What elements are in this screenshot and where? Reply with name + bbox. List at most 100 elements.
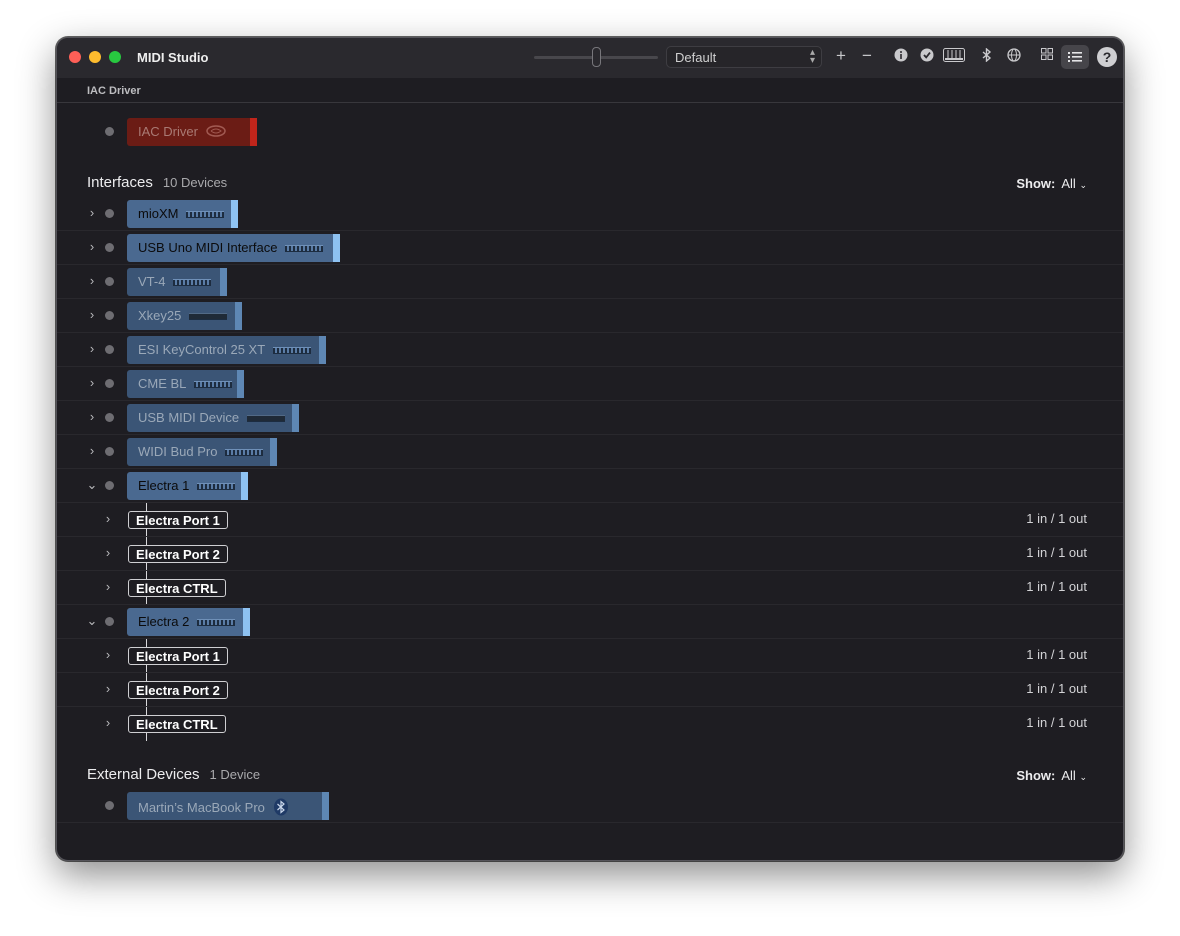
port-electra-port-2[interactable]: Electra Port 2 bbox=[128, 545, 228, 563]
status-dot bbox=[105, 277, 114, 286]
chevron-down-icon: ⌄ bbox=[1079, 772, 1087, 782]
window-controls bbox=[69, 51, 121, 63]
device-row: › Xkey25 bbox=[57, 299, 1123, 333]
midi-studio-window: MIDI Studio Default ▴ ▾ + − ? IAC Driver… bbox=[56, 37, 1124, 861]
status-dot bbox=[105, 243, 114, 252]
icon-size-slider[interactable] bbox=[534, 47, 658, 67]
keyboard-icon[interactable] bbox=[943, 48, 965, 62]
port-electra-port-1[interactable]: Electra Port 1 bbox=[128, 511, 228, 529]
status-dot bbox=[105, 311, 114, 320]
external-devices-section-title: External Devices 1 Device bbox=[87, 766, 261, 783]
icon-view-icon[interactable] bbox=[1041, 48, 1053, 60]
disclosure-chevron-icon[interactable]: › bbox=[86, 273, 98, 288]
device-xkey25[interactable]: Xkey25 bbox=[127, 302, 242, 330]
interface-icon bbox=[197, 483, 236, 491]
interface-icon bbox=[285, 245, 324, 253]
port-io-count: 1 in / 1 out bbox=[1026, 545, 1087, 560]
divider bbox=[57, 102, 1123, 103]
help-button[interactable]: ? bbox=[1097, 47, 1117, 67]
port-io-count: 1 in / 1 out bbox=[1026, 579, 1087, 594]
disclosure-chevron-down-icon[interactable]: ⌄ bbox=[86, 477, 98, 493]
disclosure-chevron-icon[interactable]: › bbox=[86, 341, 98, 356]
status-dot bbox=[105, 801, 114, 810]
port-row: › Electra Port 1 1 in / 1 out bbox=[57, 639, 1123, 673]
info-icon[interactable] bbox=[894, 48, 908, 62]
keyboard-device-icon bbox=[247, 415, 286, 423]
device-martins-macbook-pro[interactable]: Martin’s MacBook Pro bbox=[127, 792, 329, 820]
external-show-filter[interactable]: Show: All ⌄ bbox=[1016, 768, 1087, 783]
interface-icon bbox=[194, 381, 233, 389]
device-row: › ESI KeyControl 25 XT bbox=[57, 333, 1123, 367]
port-electra-ctrl[interactable]: Electra CTRL bbox=[128, 579, 226, 597]
disclosure-chevron-icon[interactable]: › bbox=[86, 409, 98, 424]
port-electra-port-1[interactable]: Electra Port 1 bbox=[128, 647, 228, 665]
disclosure-chevron-icon[interactable]: › bbox=[102, 545, 114, 560]
port-io-count: 1 in / 1 out bbox=[1026, 715, 1087, 730]
device-esi-keycontrol[interactable]: ESI KeyControl 25 XT bbox=[127, 336, 326, 364]
list-view-icon bbox=[1068, 52, 1082, 62]
device-row: › USB MIDI Device bbox=[57, 401, 1123, 435]
device-usb-uno[interactable]: USB Uno MIDI Interface bbox=[127, 234, 340, 262]
rescan-icon[interactable] bbox=[920, 48, 934, 62]
device-row-iac-driver: IAC Driver bbox=[57, 115, 1123, 149]
disclosure-chevron-icon[interactable]: › bbox=[86, 239, 98, 254]
interface-icon bbox=[225, 449, 264, 457]
add-device-button[interactable]: + bbox=[836, 46, 846, 66]
status-dot bbox=[105, 617, 114, 626]
device-electra-2[interactable]: Electra 2 bbox=[127, 608, 250, 636]
remove-device-button[interactable]: − bbox=[862, 46, 872, 66]
disclosure-chevron-icon[interactable]: › bbox=[86, 205, 98, 220]
device-row: › WIDI Bud Pro bbox=[57, 435, 1123, 469]
device-cme-bl[interactable]: CME BL bbox=[127, 370, 244, 398]
device-vt4[interactable]: VT-4 bbox=[127, 268, 227, 296]
external-device-count: 1 Device bbox=[209, 767, 261, 782]
status-dot bbox=[105, 345, 114, 354]
iac-section-title: IAC Driver bbox=[87, 85, 141, 97]
list-view-button[interactable] bbox=[1061, 45, 1089, 69]
disclosure-chevron-icon[interactable]: › bbox=[102, 647, 114, 662]
device-iac-driver[interactable]: IAC Driver bbox=[127, 118, 257, 146]
port-row: › Electra Port 2 1 in / 1 out bbox=[57, 537, 1123, 571]
zoom-window-button[interactable] bbox=[109, 51, 121, 63]
disclosure-chevron-icon[interactable]: › bbox=[102, 511, 114, 526]
disclosure-chevron-icon[interactable]: › bbox=[102, 579, 114, 594]
device-mioxm[interactable]: mioXM bbox=[127, 200, 238, 228]
status-dot bbox=[105, 481, 114, 490]
status-dot bbox=[105, 379, 114, 388]
device-usb-midi-device[interactable]: USB MIDI Device bbox=[127, 404, 299, 432]
device-row: ⌄ Electra 2 bbox=[57, 605, 1123, 639]
close-window-button[interactable] bbox=[69, 51, 81, 63]
interfaces-section-title: Interfaces 10 Devices bbox=[87, 174, 228, 191]
port-io-count: 1 in / 1 out bbox=[1026, 647, 1087, 662]
disclosure-chevron-icon[interactable]: › bbox=[102, 681, 114, 696]
port-row: › Electra Port 2 1 in / 1 out bbox=[57, 673, 1123, 707]
interfaces-device-count: 10 Devices bbox=[162, 175, 228, 190]
slider-knob[interactable] bbox=[592, 47, 601, 67]
iac-driver-icon bbox=[206, 125, 226, 140]
interface-icon bbox=[197, 619, 236, 627]
port-row: › Electra CTRL 1 in / 1 out bbox=[57, 707, 1123, 741]
disclosure-chevron-down-icon[interactable]: ⌄ bbox=[86, 613, 98, 629]
port-electra-port-2[interactable]: Electra Port 2 bbox=[128, 681, 228, 699]
disclosure-chevron-icon[interactable]: › bbox=[102, 715, 114, 730]
disclosure-chevron-icon[interactable]: › bbox=[86, 443, 98, 458]
port-electra-ctrl[interactable]: Electra CTRL bbox=[128, 715, 226, 733]
device-widi-bud-pro[interactable]: WIDI Bud Pro bbox=[127, 438, 277, 466]
minimize-window-button[interactable] bbox=[89, 51, 101, 63]
window-title: MIDI Studio bbox=[137, 50, 209, 65]
status-dot bbox=[105, 447, 114, 456]
configuration-value: Default bbox=[675, 50, 717, 65]
bluetooth-icon[interactable] bbox=[982, 48, 992, 62]
port-row: › Electra Port 1 1 in / 1 out bbox=[57, 503, 1123, 537]
disclosure-chevron-icon[interactable]: › bbox=[86, 375, 98, 390]
device-electra-1[interactable]: Electra 1 bbox=[127, 472, 248, 500]
device-row: ⌄ Electra 1 bbox=[57, 469, 1123, 503]
interfaces-show-filter[interactable]: Show: All ⌄ bbox=[1016, 176, 1087, 191]
interface-icon bbox=[273, 347, 312, 355]
configuration-popup[interactable]: Default ▴ ▾ bbox=[666, 46, 822, 68]
device-label: IAC Driver bbox=[138, 124, 198, 139]
disclosure-chevron-icon[interactable]: › bbox=[86, 307, 98, 322]
device-row: Martin’s MacBook Pro bbox=[57, 789, 1123, 823]
network-icon[interactable] bbox=[1007, 48, 1021, 62]
interface-icon bbox=[173, 279, 212, 287]
